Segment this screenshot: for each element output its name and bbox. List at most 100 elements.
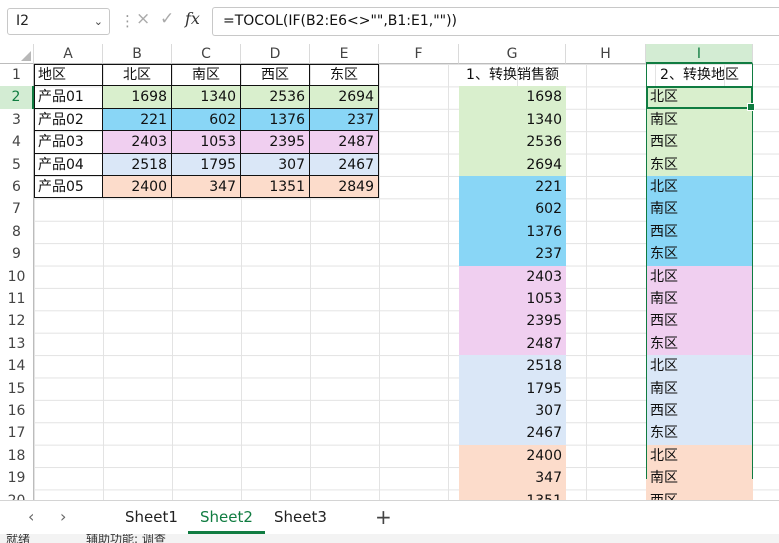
row-header-1[interactable]: 1 (0, 64, 34, 87)
table-value-cell[interactable]: 2400 (103, 176, 172, 199)
select-all-corner[interactable] (0, 44, 34, 64)
table-header-cell[interactable]: 南区 (172, 64, 241, 87)
result-g-cell[interactable]: 2467 (459, 422, 566, 445)
table-value-cell[interactable]: 1698 (103, 86, 172, 109)
row-header-12[interactable]: 12 (0, 310, 34, 333)
result-g-cell[interactable]: 2395 (459, 310, 566, 333)
result-g-cell[interactable]: 2694 (459, 153, 566, 176)
table-header-cell[interactable]: 北区 (103, 64, 172, 87)
tab-sheet2[interactable]: Sheet2 (188, 501, 265, 534)
table-row-label[interactable]: 产品01 (34, 86, 103, 109)
table-value-cell[interactable]: 237 (310, 108, 379, 132)
table-value-cell[interactable]: 1340 (172, 86, 241, 109)
table-value-cell[interactable]: 2849 (310, 176, 379, 199)
table-value-cell[interactable]: 2403 (103, 131, 172, 154)
insert-function-icon[interactable]: fx (185, 9, 200, 28)
table-value-cell[interactable]: 2467 (310, 153, 379, 176)
row-header-4[interactable]: 4 (0, 131, 34, 154)
row-header-11[interactable]: 11 (0, 288, 34, 311)
result-g-cell[interactable]: 2487 (459, 332, 566, 356)
row-header-5[interactable]: 5 (0, 153, 34, 176)
row-header-15[interactable]: 15 (0, 377, 34, 400)
result-i-cell[interactable]: 东区 (646, 153, 753, 176)
result-i-cell[interactable]: 东区 (646, 332, 753, 356)
result-i-cell[interactable]: 东区 (646, 243, 753, 266)
result-i-cell[interactable]: 南区 (646, 198, 753, 221)
row-header-9[interactable]: 9 (0, 243, 34, 266)
cell-area[interactable]: 地区 北区 南区 西区 东区 产品01 1698 1340 2536 2694 产品02 221 602… (34, 64, 779, 500)
table-value-cell[interactable]: 221 (103, 108, 172, 132)
table-row-label[interactable]: 产品03 (34, 131, 103, 154)
formula-input[interactable]: =TOCOL(IF(B2:E6<>"",B1:E1,"")) (212, 7, 779, 36)
row-header-20[interactable]: 20 (0, 489, 34, 500)
table-value-cell[interactable]: 2536 (241, 86, 310, 109)
row-header-16[interactable]: 16 (0, 400, 34, 423)
table-row-label[interactable]: 产品05 (34, 176, 103, 199)
row-header-2[interactable]: 2 (0, 86, 34, 109)
column-header-c[interactable]: C (172, 44, 241, 64)
table-value-cell[interactable]: 2487 (310, 131, 379, 154)
result-g-cell[interactable]: 221 (459, 176, 566, 199)
result-g-cell[interactable]: 1795 (459, 377, 566, 400)
table-value-cell[interactable]: 1351 (241, 176, 310, 199)
name-box[interactable]: I2 ⌄ (7, 8, 110, 35)
result-g-cell[interactable]: 1698 (459, 86, 566, 109)
enter-icon[interactable]: ✓ (160, 9, 174, 29)
table-value-cell[interactable]: 347 (172, 176, 241, 199)
result-g-cell[interactable]: 237 (459, 243, 566, 266)
tab-sheet3[interactable]: Sheet3 (262, 501, 339, 534)
table-row-label[interactable]: 产品02 (34, 108, 103, 132)
result-i-cell[interactable]: 南区 (646, 288, 753, 311)
row-header-6[interactable]: 6 (0, 176, 34, 199)
prev-sheet-icon[interactable]: ‹ (28, 507, 34, 526)
column-header-f[interactable]: F (379, 44, 459, 64)
result-g-cell[interactable]: 2400 (459, 444, 566, 468)
table-header-cell[interactable]: 东区 (310, 64, 379, 87)
next-sheet-icon[interactable]: › (60, 507, 66, 526)
table-value-cell[interactable]: 307 (241, 153, 310, 176)
result-i-cell[interactable]: 北区 (646, 444, 753, 468)
result-i-cell[interactable]: 西区 (646, 489, 753, 500)
result-g-cell[interactable]: 307 (459, 400, 566, 423)
result-i-cell[interactable]: 西区 (646, 220, 753, 244)
result-g-cell[interactable]: 2403 (459, 265, 566, 288)
result-i-cell[interactable]: 西区 (646, 400, 753, 423)
result-i-cell[interactable]: 北区 (646, 265, 753, 288)
result-g-cell[interactable]: 2536 (459, 131, 566, 154)
table-value-cell[interactable]: 602 (172, 108, 241, 132)
result-i-cell[interactable]: 北区 (646, 355, 753, 378)
row-header-13[interactable]: 13 (0, 332, 34, 356)
worksheet-grid[interactable]: ABCDEFGHI 123456789101112131415161718192… (0, 44, 779, 500)
row-header-3[interactable]: 3 (0, 108, 34, 132)
table-value-cell[interactable]: 2694 (310, 86, 379, 109)
result-i-cell[interactable]: 西区 (646, 310, 753, 333)
result-g-cell[interactable]: 1351 (459, 489, 566, 500)
result-g-header[interactable]: 1、转换销售额 (459, 64, 566, 86)
accessibility-status[interactable]: 辅助功能: 调查 (86, 534, 166, 543)
column-header-g[interactable]: G (459, 44, 566, 64)
column-header-e[interactable]: E (310, 44, 379, 64)
column-header-a[interactable]: A (34, 44, 103, 64)
table-value-cell[interactable]: 2518 (103, 153, 172, 176)
result-g-cell[interactable]: 1340 (459, 108, 566, 132)
result-i-cell[interactable]: 北区 (646, 176, 753, 199)
result-i-cell[interactable]: 东区 (646, 422, 753, 445)
table-value-cell[interactable]: 1053 (172, 131, 241, 154)
result-i-cell[interactable]: 南区 (646, 108, 753, 132)
column-header-b[interactable]: B (103, 44, 172, 64)
table-row-label[interactable]: 产品04 (34, 153, 103, 176)
result-i-header[interactable]: 2、转换地区 (646, 64, 753, 86)
active-cell-i2[interactable] (646, 86, 755, 112)
row-header-18[interactable]: 18 (0, 444, 34, 468)
column-header-h[interactable]: H (566, 44, 646, 64)
table-value-cell[interactable]: 1795 (172, 153, 241, 176)
add-sheet-icon[interactable]: + (375, 505, 392, 529)
result-i-cell[interactable]: 南区 (646, 377, 753, 400)
row-header-19[interactable]: 19 (0, 467, 34, 490)
result-g-cell[interactable]: 1053 (459, 288, 566, 311)
result-g-cell[interactable]: 347 (459, 467, 566, 490)
column-header-i[interactable]: I (646, 44, 753, 64)
result-g-cell[interactable]: 1376 (459, 220, 566, 244)
result-g-cell[interactable]: 602 (459, 198, 566, 221)
result-g-cell[interactable]: 2518 (459, 355, 566, 378)
